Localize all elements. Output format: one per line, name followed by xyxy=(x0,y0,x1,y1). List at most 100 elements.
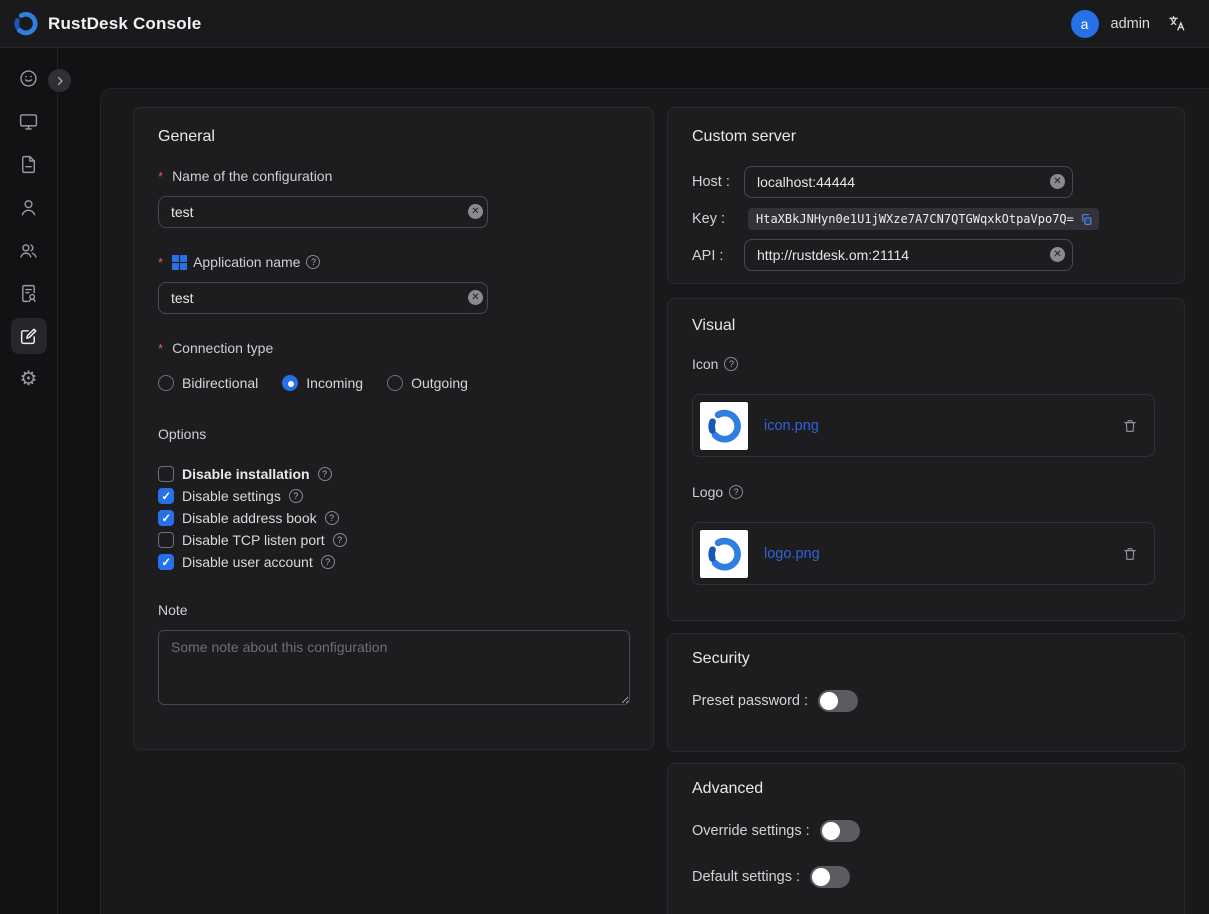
disable-user-account-help-icon[interactable]: ? xyxy=(321,555,335,569)
trash-icon xyxy=(1122,546,1138,562)
sidebar-item-users[interactable] xyxy=(11,189,47,225)
sidebar-item-dashboard[interactable] xyxy=(11,60,47,96)
topbar-right: a admin xyxy=(1071,10,1188,38)
general-title: General xyxy=(158,128,215,146)
custom-server-title: Custom server xyxy=(692,128,796,146)
default-settings-toggle[interactable] xyxy=(810,866,850,888)
clear-config-name-icon[interactable]: ✕ xyxy=(468,204,483,219)
rustdesk-logo-icon xyxy=(705,535,743,573)
icon-file-link[interactable]: icon.png xyxy=(764,418,1106,434)
logo-file-row: logo.png xyxy=(692,522,1155,585)
disable-tcp-help-icon[interactable]: ? xyxy=(333,533,347,547)
config-name-label: * Name of the configuration xyxy=(158,168,332,184)
user-avatar[interactable]: a xyxy=(1071,10,1099,38)
note-label: Note xyxy=(158,602,188,618)
sidebar-item-custom-client[interactable] xyxy=(11,318,47,354)
key-value-box: HtaXBkJNHyn0e1U1jWXze7A7CN7QTGWqxkOtpaVp… xyxy=(748,208,1099,230)
host-input[interactable] xyxy=(744,166,1073,198)
sidebar-item-settings[interactable]: ⚙ xyxy=(11,361,47,397)
translate-icon xyxy=(1168,14,1187,33)
sidebar-item-devices[interactable] xyxy=(11,103,47,139)
icon-help-icon[interactable]: ? xyxy=(724,357,738,371)
note-textarea[interactable] xyxy=(158,630,630,705)
connection-type-label: * Connection type xyxy=(158,340,273,356)
user-icon xyxy=(18,197,39,218)
option-disable-settings: Disable settings ? xyxy=(158,488,347,503)
sidebar: ⚙ xyxy=(0,48,58,914)
radio-dot xyxy=(158,375,174,391)
option-disable-user-account: Disable user account ? xyxy=(158,554,347,569)
users-group-icon xyxy=(18,240,39,261)
icon-file-row: icon.png xyxy=(692,394,1155,457)
application-name-input[interactable] xyxy=(158,282,488,314)
disable-address-book-help-icon[interactable]: ? xyxy=(325,511,339,525)
host-label: Host : xyxy=(692,174,730,190)
radio-incoming[interactable]: Incoming xyxy=(282,375,363,391)
sidebar-item-groups[interactable] xyxy=(11,232,47,268)
clear-api-icon[interactable]: ✕ xyxy=(1050,247,1065,262)
key-label: Key : xyxy=(692,211,725,227)
option-disable-address-book: Disable address book ? xyxy=(158,510,347,525)
checkbox[interactable] xyxy=(158,466,174,482)
disable-settings-help-icon[interactable]: ? xyxy=(289,489,303,503)
required-marker: * xyxy=(158,169,163,184)
rustdesk-logo-icon xyxy=(705,407,743,445)
option-disable-installation: Disable installation ? xyxy=(158,466,347,481)
application-name-label: * Application name ? xyxy=(158,254,320,270)
delete-logo-file-button[interactable] xyxy=(1122,546,1138,562)
topbar: RustDesk Console a admin xyxy=(0,0,1209,48)
app-title: RustDesk Console xyxy=(48,14,201,34)
api-label: API : xyxy=(692,248,723,264)
trash-icon xyxy=(1122,418,1138,434)
visual-card: Visual Icon ? icon.png xyxy=(667,298,1185,621)
copy-key-icon[interactable] xyxy=(1080,213,1093,226)
monitor-icon xyxy=(18,111,39,132)
checkbox[interactable] xyxy=(158,532,174,548)
override-settings-toggle[interactable] xyxy=(820,820,860,842)
chevron-right-icon xyxy=(54,75,66,87)
checkbox[interactable] xyxy=(158,554,174,570)
main-panel: General * Name of the configuration ✕ * … xyxy=(100,88,1209,914)
audit-log-icon xyxy=(18,283,39,304)
sidebar-item-sessions[interactable] xyxy=(11,146,47,182)
options-checkbox-list: Disable installation ? Disable settings … xyxy=(158,466,347,569)
username[interactable]: admin xyxy=(1111,16,1151,32)
icon-label: Icon ? xyxy=(692,356,738,372)
general-card: General * Name of the configuration ✕ * … xyxy=(133,107,654,750)
security-card: Security Preset password : xyxy=(667,633,1185,752)
logo-help-icon[interactable]: ? xyxy=(729,485,743,499)
gear-icon: ⚙ xyxy=(20,369,38,389)
default-settings-row: Default settings : xyxy=(692,866,850,888)
sidebar-item-audit[interactable] xyxy=(11,275,47,311)
clear-application-name-icon[interactable]: ✕ xyxy=(468,290,483,305)
icon-thumbnail xyxy=(700,402,748,450)
application-name-help-icon[interactable]: ? xyxy=(306,255,320,269)
radio-outgoing[interactable]: Outgoing xyxy=(387,375,468,391)
delete-icon-file-button[interactable] xyxy=(1122,418,1138,434)
smiley-icon xyxy=(18,68,39,89)
api-input[interactable] xyxy=(744,239,1073,271)
checkbox[interactable] xyxy=(158,510,174,526)
edit-square-icon xyxy=(18,326,39,347)
connection-type-radio-group: Bidirectional Incoming Outgoing xyxy=(158,375,468,391)
clear-host-icon[interactable]: ✕ xyxy=(1050,174,1065,189)
language-switch-button[interactable] xyxy=(1168,14,1187,33)
sidebar-collapse-button[interactable] xyxy=(48,69,71,92)
config-name-input[interactable] xyxy=(158,196,488,228)
custom-server-card: Custom server Host : ✕ Key : HtaXBkJNHyn… xyxy=(667,107,1185,284)
advanced-title: Advanced xyxy=(692,780,763,798)
logo-label: Logo ? xyxy=(692,484,743,500)
logo-thumbnail xyxy=(700,530,748,578)
disable-installation-help-icon[interactable]: ? xyxy=(318,467,332,481)
default-settings-label: Default settings : xyxy=(692,869,800,885)
checkbox[interactable] xyxy=(158,488,174,504)
options-label: Options xyxy=(158,426,206,442)
radio-bidirectional[interactable]: Bidirectional xyxy=(158,375,258,391)
key-value: HtaXBkJNHyn0e1U1jWXze7A7CN7QTGWqxkOtpaVp… xyxy=(756,212,1074,226)
logo-file-link[interactable]: logo.png xyxy=(764,546,1106,562)
brand: RustDesk Console xyxy=(12,10,201,37)
preset-password-toggle[interactable] xyxy=(818,690,858,712)
radio-dot xyxy=(387,375,403,391)
advanced-card: Advanced Override settings : Default set… xyxy=(667,763,1185,914)
option-disable-tcp-listen-port: Disable TCP listen port ? xyxy=(158,532,347,547)
